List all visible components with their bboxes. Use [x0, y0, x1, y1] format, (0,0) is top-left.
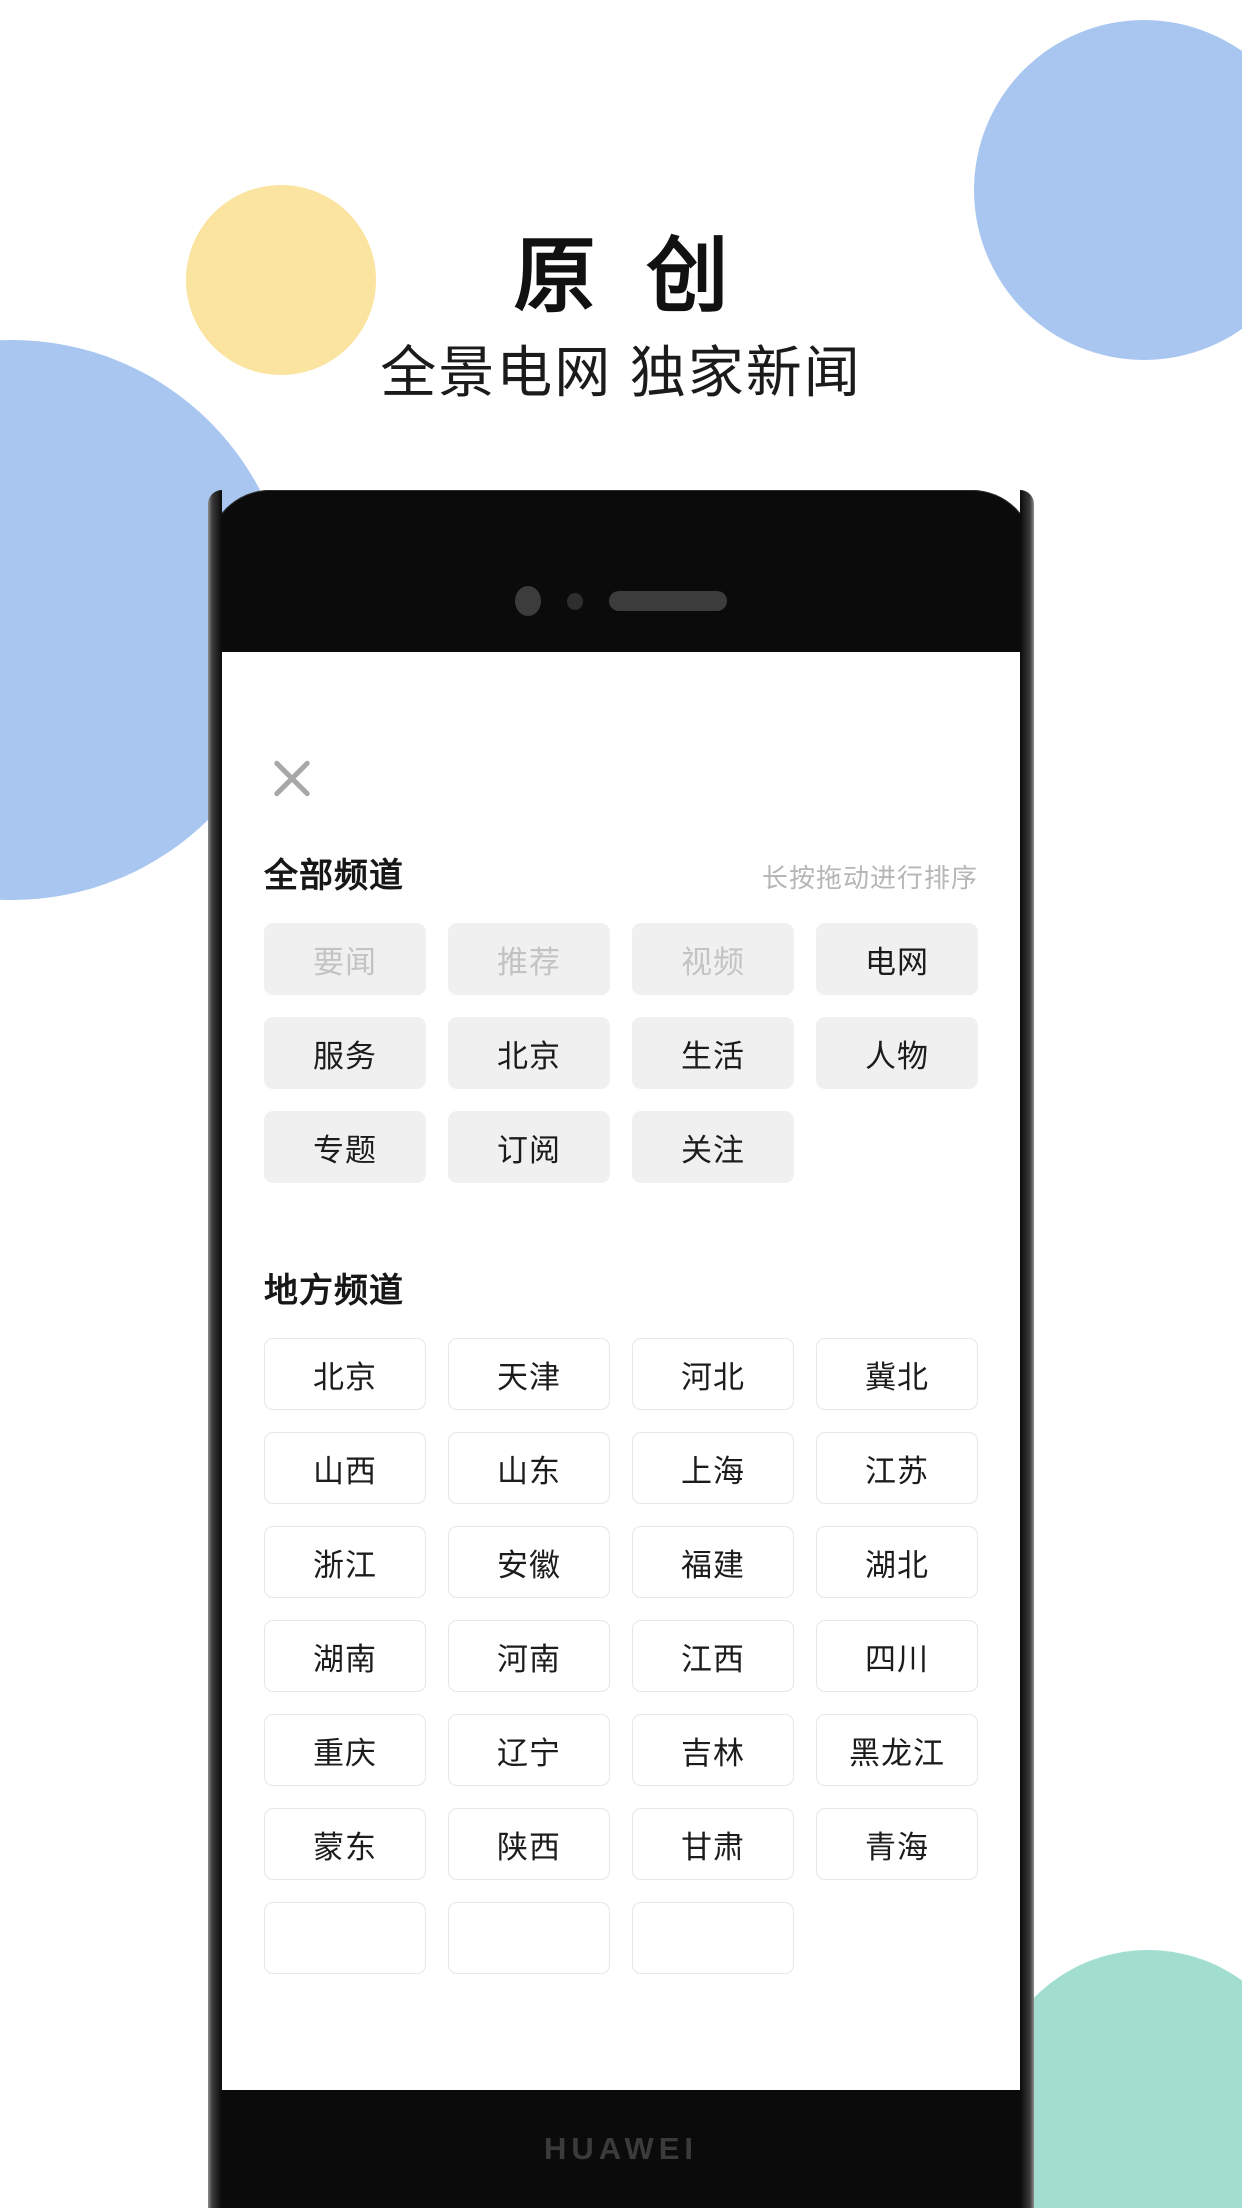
page-title: 原 创	[513, 231, 743, 322]
chip-label: 生活	[681, 1038, 745, 1074]
chip-label: 江西	[681, 1641, 745, 1677]
channel-chip-订阅[interactable]: 订阅	[448, 1111, 610, 1183]
headline-block: 原 创 全景电网 独家新闻	[0, 0, 1242, 405]
channel-chip-视频[interactable]: 视频	[632, 923, 794, 995]
chip-label: 天津	[497, 1359, 561, 1395]
chip-label: 陕西	[497, 1829, 561, 1865]
channel-manager-screen: 全部频道 长按拖动进行排序 要闻 推荐 视频 电网 服务 北京 生活 人物 专题 订阅 关注 地方频…	[222, 652, 1020, 2090]
local-chip-placeholder[interactable]	[448, 1902, 610, 1974]
local-chip-辽宁[interactable]: 辽宁	[448, 1714, 610, 1786]
chip-label: 湖北	[865, 1547, 929, 1583]
chip-label: 山东	[497, 1453, 561, 1489]
chip-label: 河北	[681, 1359, 745, 1395]
local-chip-山西[interactable]: 山西	[264, 1432, 426, 1504]
local-chip-陕西[interactable]: 陕西	[448, 1808, 610, 1880]
channel-chip-人物[interactable]: 人物	[816, 1017, 978, 1089]
local-channels-grid: 北京 天津 河北 冀北山西 山东 上海 江苏浙江 安徽 福建 湖北湖南 河南 江西 四川重庆 辽宁 吉林 黑龙…	[264, 1338, 978, 1974]
chip-label: 人物	[865, 1038, 929, 1074]
chip-label: 重庆	[313, 1735, 377, 1771]
channel-chip-服务[interactable]: 服务	[264, 1017, 426, 1089]
local-chip-上海[interactable]: 上海	[632, 1432, 794, 1504]
local-chip-福建[interactable]: 福建	[632, 1526, 794, 1598]
chip-label: 推荐	[497, 944, 561, 980]
chip-label: 服务	[313, 1038, 377, 1074]
local-chip-浙江[interactable]: 浙江	[264, 1526, 426, 1598]
chip-label: 浙江	[313, 1547, 377, 1583]
channel-chip-关注[interactable]: 关注	[632, 1111, 794, 1183]
chip-label: 订阅	[497, 1132, 561, 1168]
local-chip-重庆[interactable]: 重庆	[264, 1714, 426, 1786]
local-chip-天津[interactable]: 天津	[448, 1338, 610, 1410]
channel-chip-要闻[interactable]: 要闻	[264, 923, 426, 995]
local-chip-河北[interactable]: 河北	[632, 1338, 794, 1410]
local-chip-蒙东[interactable]: 蒙东	[264, 1808, 426, 1880]
front-camera-icon	[515, 586, 541, 616]
channel-chip-生活[interactable]: 生活	[632, 1017, 794, 1089]
phone-bottom-bezel: HUAWEI	[222, 2090, 1020, 2208]
chip-label: 吉林	[681, 1735, 745, 1771]
chip-label: 山西	[313, 1453, 377, 1489]
local-chip-山东[interactable]: 山东	[448, 1432, 610, 1504]
earpiece-speaker-icon	[609, 591, 727, 611]
channel-chip-电网[interactable]: 电网	[816, 923, 978, 995]
chip-label: 黑龙江	[849, 1735, 945, 1771]
phone-screen: 全部频道 长按拖动进行排序 要闻 推荐 视频 电网 服务 北京 生活 人物 专题 订阅 关注 地方频…	[222, 652, 1020, 2090]
local-chip-江苏[interactable]: 江苏	[816, 1432, 978, 1504]
chip-label: 福建	[681, 1547, 745, 1583]
channel-chip-北京[interactable]: 北京	[448, 1017, 610, 1089]
all-channels-grid: 要闻 推荐 视频 电网服务 北京 生活 人物专题 订阅 关注	[264, 923, 978, 1183]
proximity-sensor-icon	[567, 592, 583, 610]
local-chip-冀北[interactable]: 冀北	[816, 1338, 978, 1410]
local-chip-placeholder[interactable]	[632, 1902, 794, 1974]
chip-label: 视频	[681, 944, 745, 980]
chip-label: 冀北	[865, 1359, 929, 1395]
chip-label: 江苏	[865, 1453, 929, 1489]
local-channels-title: 地方频道	[264, 1272, 404, 1310]
local-chip-河南[interactable]: 河南	[448, 1620, 610, 1692]
all-channels-title: 全部频道	[264, 857, 404, 895]
chip-label: 蒙东	[313, 1829, 377, 1865]
local-chip-吉林[interactable]: 吉林	[632, 1714, 794, 1786]
chip-label: 湖南	[313, 1641, 377, 1677]
promo-poster: 原 创 全景电网 独家新闻 全部频道 长按拖动进行排序 要闻 推荐 视频 电网 服务 北京…	[0, 0, 1242, 2208]
chip-label: 安徽	[497, 1547, 561, 1583]
chip-label: 北京	[313, 1359, 377, 1395]
chip-label: 辽宁	[497, 1735, 561, 1771]
chip-label: 上海	[681, 1453, 745, 1489]
huawei-logo: HUAWEI	[544, 2131, 698, 2166]
local-chip-青海[interactable]: 青海	[816, 1808, 978, 1880]
chip-label: 青海	[865, 1829, 929, 1865]
local-chip-湖南[interactable]: 湖南	[264, 1620, 426, 1692]
local-channels-header: 地方频道	[264, 1263, 978, 1312]
chip-label: 关注	[681, 1132, 745, 1168]
chip-label: 河南	[497, 1641, 561, 1677]
phone-top-bezel	[208, 586, 1034, 616]
all-channels-header: 全部频道 长按拖动进行排序	[264, 848, 978, 897]
chip-label: 要闻	[313, 944, 377, 980]
local-chip-黑龙江[interactable]: 黑龙江	[816, 1714, 978, 1786]
drag-to-sort-hint: 长按拖动进行排序	[761, 863, 978, 893]
chip-label: 专题	[313, 1132, 377, 1168]
chip-label: 甘肃	[681, 1829, 745, 1865]
local-chip-四川[interactable]: 四川	[816, 1620, 978, 1692]
local-chip-甘肃[interactable]: 甘肃	[632, 1808, 794, 1880]
page-subtitle: 全景电网 独家新闻	[380, 341, 862, 404]
local-chip-北京[interactable]: 北京	[264, 1338, 426, 1410]
chip-label: 电网	[865, 944, 929, 980]
local-chip-安徽[interactable]: 安徽	[448, 1526, 610, 1598]
local-chip-placeholder[interactable]	[264, 1902, 426, 1974]
chip-label: 四川	[865, 1641, 929, 1677]
channel-chip-推荐[interactable]: 推荐	[448, 923, 610, 995]
channel-chip-专题[interactable]: 专题	[264, 1111, 426, 1183]
local-chip-江西[interactable]: 江西	[632, 1620, 794, 1692]
close-icon[interactable]	[264, 750, 320, 806]
chip-label: 北京	[497, 1038, 561, 1074]
local-chip-湖北[interactable]: 湖北	[816, 1526, 978, 1598]
phone-mockup: 全部频道 长按拖动进行排序 要闻 推荐 视频 电网 服务 北京 生活 人物 专题 订阅 关注 地方频…	[208, 490, 1034, 2208]
